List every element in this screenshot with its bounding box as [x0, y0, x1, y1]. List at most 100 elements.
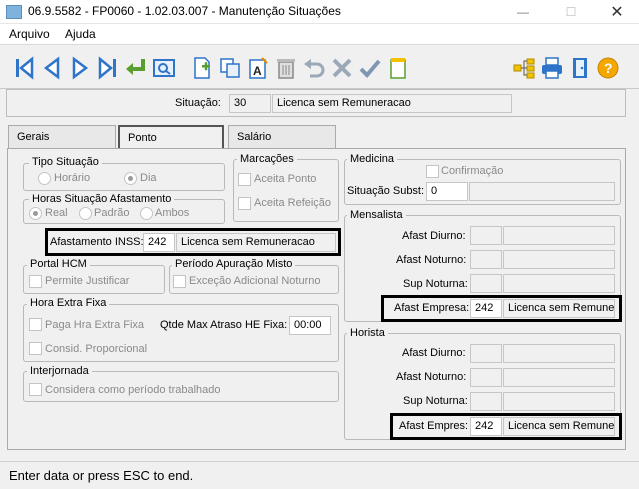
- last-record-icon[interactable]: [94, 54, 122, 82]
- mensalista-title: Mensalista: [347, 209, 406, 221]
- status-bar: Enter data or press ESC to end.: [0, 461, 639, 489]
- permite-justificar-checkbox[interactable]: [29, 275, 42, 288]
- tab-ponto[interactable]: Ponto: [118, 125, 224, 149]
- tipo-situacao-title: Tipo Situação: [29, 156, 102, 168]
- excecao-adicional-checkbox[interactable]: [173, 275, 186, 288]
- consid-proporcional-checkbox[interactable]: [29, 342, 42, 355]
- minimize-button[interactable]: —: [500, 0, 546, 24]
- search-icon[interactable]: [150, 54, 178, 82]
- afastamento-inss-label: Afastamento INSS:: [50, 236, 144, 248]
- title-bar: 06.9.5582 - FP0060 - 1.02.03.007 - Manut…: [0, 0, 639, 24]
- radio-real[interactable]: [29, 207, 42, 220]
- aceita-ponto-label: Aceita Ponto: [254, 173, 317, 185]
- radio-dia[interactable]: [124, 172, 137, 185]
- radio-ambos[interactable]: [140, 207, 153, 220]
- confirmacao-checkbox[interactable]: [426, 165, 439, 178]
- situacao-subst-desc-field: [469, 182, 615, 201]
- marcacoes-title: Marcações: [237, 153, 297, 165]
- aceita-ponto-checkbox[interactable]: [238, 173, 251, 186]
- mensalista-sup-noturna-code[interactable]: [470, 274, 502, 293]
- app-icon: [6, 5, 22, 19]
- consid-proporcional-label: Consid. Proporcional: [45, 343, 148, 355]
- svg-text:A: A: [253, 64, 262, 78]
- copy-icon[interactable]: [216, 54, 244, 82]
- mensalista-afast-empresa-code[interactable]: 242: [470, 299, 502, 318]
- hora-extra-title: Hora Extra Fixa: [27, 297, 110, 309]
- undo-icon[interactable]: [300, 54, 328, 82]
- horas-afastamento-title: Horas Situação Afastamento: [29, 193, 175, 205]
- menu-ajuda[interactable]: Ajuda: [65, 27, 96, 41]
- horista-title: Horista: [347, 327, 388, 339]
- afastamento-inss-desc-field: Licenca sem Remuneracao: [176, 233, 336, 252]
- situacao-label: Situação:: [175, 97, 221, 109]
- new-record-icon[interactable]: [188, 54, 216, 82]
- horista-afast-diurno-desc: [503, 344, 615, 363]
- select-icon[interactable]: [122, 54, 150, 82]
- cancel-icon[interactable]: [328, 54, 356, 82]
- previous-record-icon[interactable]: [38, 54, 66, 82]
- next-record-icon[interactable]: [66, 54, 94, 82]
- notes-icon[interactable]: [384, 54, 412, 82]
- help-icon[interactable]: ?: [594, 54, 622, 82]
- horista-afast-noturno-code[interactable]: [470, 368, 502, 387]
- confirmacao-label: Confirmação: [441, 165, 504, 177]
- horista-afast-empres-code[interactable]: 242: [470, 417, 502, 436]
- radio-horario[interactable]: [38, 172, 51, 185]
- mensalista-afast-diurno-label: Afast Diurno:: [402, 230, 466, 242]
- tab-salario[interactable]: Salário: [228, 125, 336, 149]
- mensalista-afast-empresa-desc: Licenca sem Remunera: [503, 299, 615, 318]
- menu-bar: Arquivo Ajuda: [0, 24, 639, 44]
- horista-afast-diurno-code[interactable]: [470, 344, 502, 363]
- svg-text:?: ?: [604, 60, 613, 76]
- radio-horario-label: Horário: [54, 172, 91, 184]
- afastamento-inss-code-field[interactable]: 242: [143, 233, 175, 252]
- radio-padrao[interactable]: [79, 207, 92, 220]
- excecao-adicional-label: Exceção Adicional Noturno: [189, 275, 321, 287]
- mensalista-afast-noturno-code[interactable]: [470, 250, 502, 269]
- maximize-button[interactable]: ☐: [548, 0, 594, 24]
- tab-gerais[interactable]: Gerais: [8, 125, 116, 149]
- paga-hra-extra-checkbox[interactable]: [29, 318, 42, 331]
- mensalista-afast-empresa-label: Afast Empresa:: [394, 302, 470, 314]
- radio-padrao-label: Padrão: [94, 207, 130, 219]
- toolbar: A ?: [0, 44, 639, 89]
- qtde-max-atraso-label: Qtde Max Atraso HE Fixa:: [160, 319, 288, 331]
- exit-icon[interactable]: [566, 54, 594, 82]
- mensalista-afast-noturno-desc: [503, 250, 615, 269]
- considera-periodo-label: Considera como período trabalhado: [45, 384, 221, 396]
- horista-sup-noturna-label: Sup Noturna:: [403, 395, 468, 407]
- radio-real-label: Real: [45, 207, 68, 219]
- horista-sup-noturna-code[interactable]: [470, 392, 502, 411]
- horista-afast-noturno-desc: [503, 368, 615, 387]
- mensalista-afast-diurno-desc: [503, 226, 615, 245]
- status-text: Enter data or press ESC to end.: [9, 468, 194, 483]
- situacao-desc-field: Licenca sem Remuneracao: [272, 94, 512, 113]
- confirm-icon[interactable]: [356, 54, 384, 82]
- mensalista-afast-diurno-code[interactable]: [470, 226, 502, 245]
- situacao-subst-label: Situação Subst:: [347, 185, 425, 197]
- horista-afast-noturno-label: Afast Noturno:: [396, 371, 467, 383]
- first-record-icon[interactable]: [10, 54, 38, 82]
- interjornada-title: Interjornada: [27, 365, 92, 377]
- print-icon[interactable]: [538, 54, 566, 82]
- permite-justificar-label: Permite Justificar: [45, 275, 130, 287]
- hierarchy-icon[interactable]: [510, 54, 538, 82]
- horista-sup-noturna-desc: [503, 392, 615, 411]
- considera-periodo-checkbox[interactable]: [29, 383, 42, 396]
- mensalista-sup-noturna-desc: [503, 274, 615, 293]
- horista-afast-diurno-label: Afast Diurno:: [402, 347, 466, 359]
- edit-icon[interactable]: A: [244, 54, 272, 82]
- situacao-code-field[interactable]: 30: [229, 94, 271, 113]
- periodo-apuracao-title: Período Apuração Misto: [172, 258, 296, 270]
- aceita-refeicao-label: Aceita Refeição: [254, 197, 332, 209]
- delete-icon[interactable]: [272, 54, 300, 82]
- menu-arquivo[interactable]: Arquivo: [9, 27, 50, 41]
- mensalista-sup-noturna-label: Sup Noturna:: [403, 278, 468, 290]
- horista-afast-empres-label: Afast Empres:: [399, 420, 469, 432]
- mensalista-afast-noturno-label: Afast Noturno:: [396, 254, 467, 266]
- aceita-refeicao-checkbox[interactable]: [238, 197, 251, 210]
- close-button[interactable]: ✕: [594, 0, 639, 24]
- medicina-title: Medicina: [347, 153, 398, 165]
- qtde-max-atraso-field[interactable]: 00:00: [289, 316, 331, 335]
- situacao-subst-code-field[interactable]: 0: [426, 182, 468, 201]
